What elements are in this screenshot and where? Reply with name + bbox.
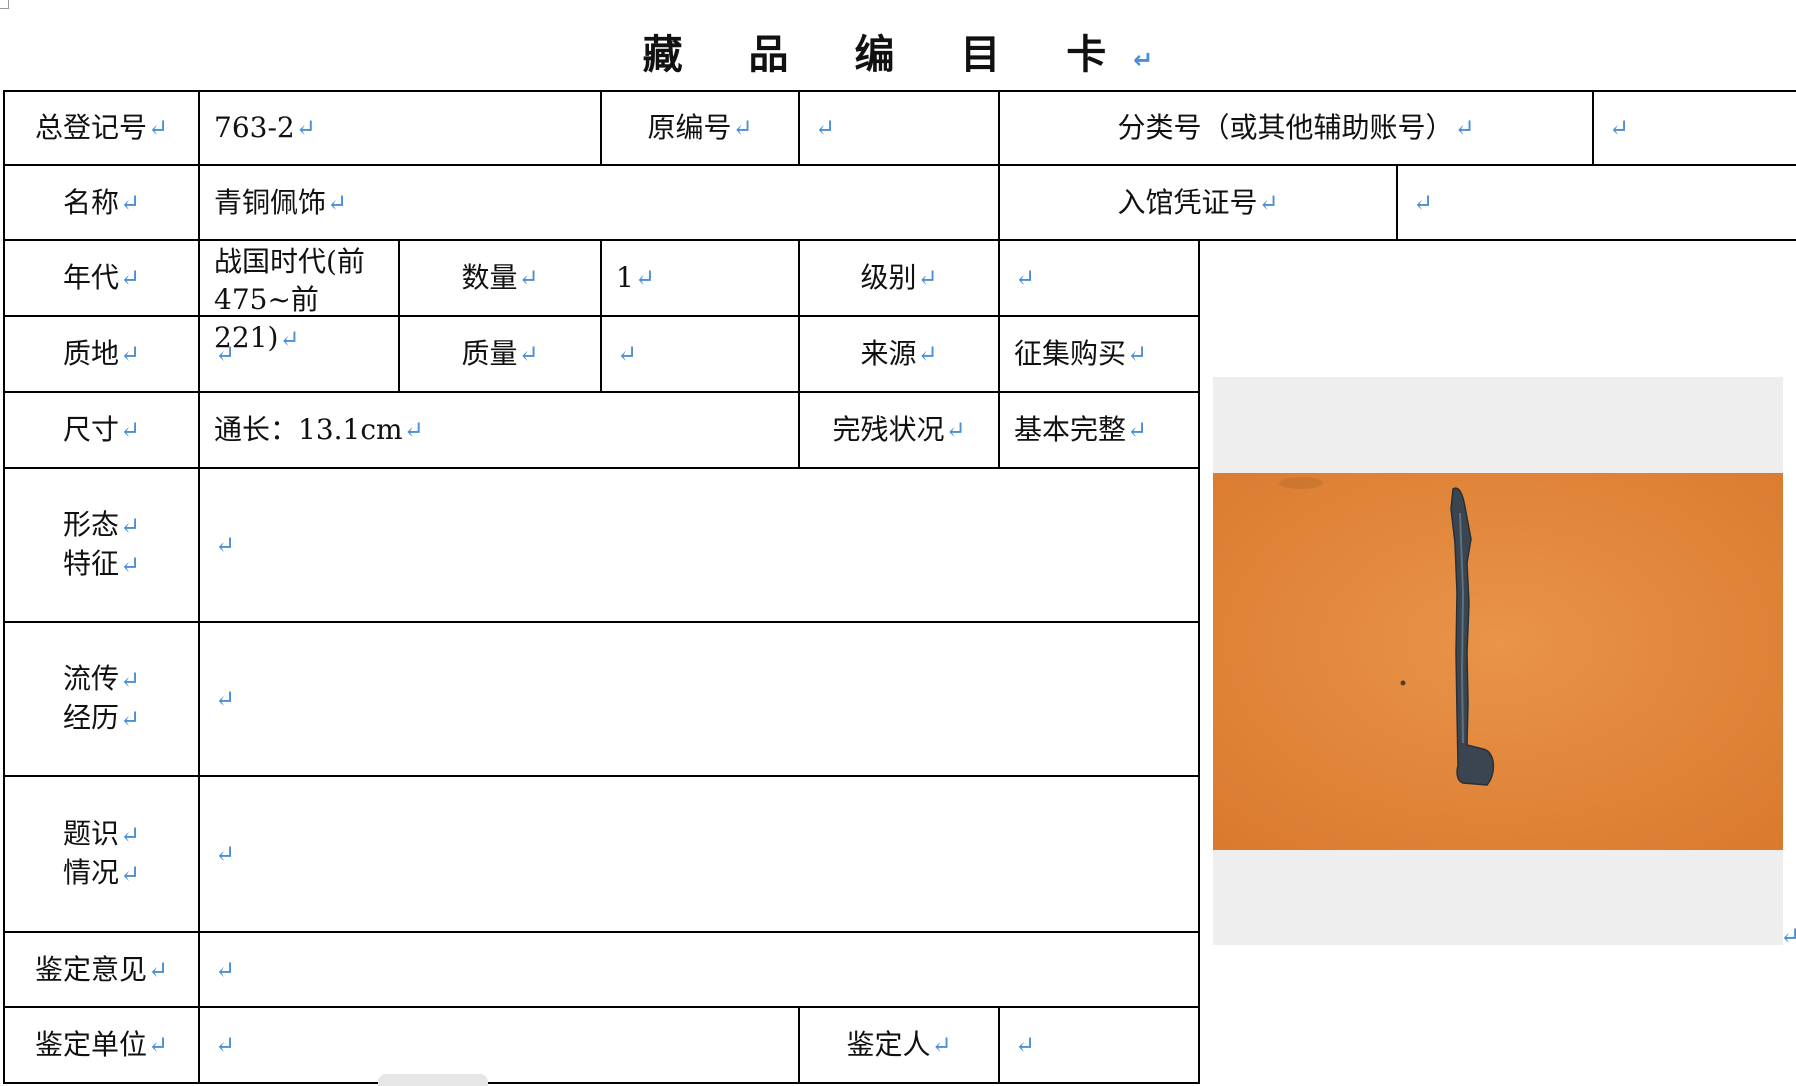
condition-label: 完残状况 ↵ (832, 413, 966, 446)
appraiser-value[interactable]: ↵ (1000, 1008, 1198, 1082)
paragraph-end-mark: ↵ (1780, 922, 1796, 950)
original-no-label: 原编号 ↵ (647, 111, 753, 144)
appraiser-label: 鉴定人 ↵ (846, 1028, 952, 1061)
provenance-value[interactable]: ↵ (200, 623, 1198, 775)
dimensions-value[interactable]: 通长：13.1cm ↵ (200, 393, 798, 467)
photo-stain (1279, 477, 1323, 489)
artifact-photo[interactable] (1213, 377, 1783, 945)
appraisal-opinion-label: 鉴定意见 ↵ (34, 952, 169, 986)
source-value[interactable]: 征集购买 ↵ (1000, 317, 1198, 391)
scroll-tab[interactable] (378, 1074, 488, 1086)
table-border-bottom (3, 1082, 1200, 1084)
era-label: 年代 ↵ (62, 261, 141, 294)
table-col-line (1198, 239, 1200, 1084)
photo-speck (1400, 680, 1406, 686)
grade-label: 级别 ↵ (860, 261, 938, 294)
condition-value[interactable]: 基本完整 ↵ (1000, 393, 1198, 467)
mass-value[interactable]: ↵ (602, 317, 798, 391)
photo-background (1213, 473, 1783, 850)
inscription-label: 题识↵ 情况↵ (62, 817, 141, 889)
appraisal-unit-value[interactable]: ↵ (200, 1008, 798, 1082)
card-title: 藏 品 编 目 卡↵ (642, 32, 1154, 78)
provenance-label: 流传↵ 经历↵ (62, 662, 141, 734)
dimensions-label: 尺寸 ↵ (62, 413, 141, 446)
classification-no-value[interactable]: ↵ (1594, 92, 1796, 164)
appraisal-opinion-value[interactable]: ↵ (200, 933, 1198, 1006)
era-value[interactable]: 战国时代(前 475~前 221)↵ (200, 241, 398, 354)
era-value-line1: 战国时代(前 (214, 245, 365, 278)
source-label: 来源 ↵ (860, 337, 938, 370)
quantity-label: 数量 ↵ (461, 261, 539, 294)
page-corner-marker (0, 0, 9, 9)
name-value[interactable]: 青铜佩饰 ↵ (200, 166, 998, 239)
original-no-value[interactable]: ↵ (800, 92, 998, 164)
registration-no-label: 总登记号 ↵ (34, 111, 169, 144)
name-label: 名称 ↵ (62, 185, 141, 219)
registration-no-value[interactable]: 763-2 ↵ (200, 92, 600, 164)
appraisal-unit-label: 鉴定单位 ↵ (34, 1028, 169, 1061)
mass-label: 质量 ↵ (461, 337, 539, 370)
material-value[interactable]: ↵ (200, 317, 398, 391)
material-label: 质地 ↵ (62, 337, 141, 370)
quantity-value[interactable]: 1 ↵ (602, 241, 798, 315)
form-features-label: 形态↵ 特征↵ (62, 508, 141, 580)
entry-voucher-no-label: 入馆凭证号 ↵ (1117, 185, 1279, 219)
classification-no-label: 分类号（或其他辅助账号） ↵ (1117, 111, 1475, 144)
entry-voucher-no-value[interactable]: ↵ (1398, 166, 1796, 239)
form-features-value[interactable]: ↵ (200, 469, 1198, 621)
artifact-image (1213, 473, 1783, 850)
grade-value[interactable]: ↵ (1000, 241, 1198, 315)
inscription-value[interactable]: ↵ (200, 777, 1198, 931)
